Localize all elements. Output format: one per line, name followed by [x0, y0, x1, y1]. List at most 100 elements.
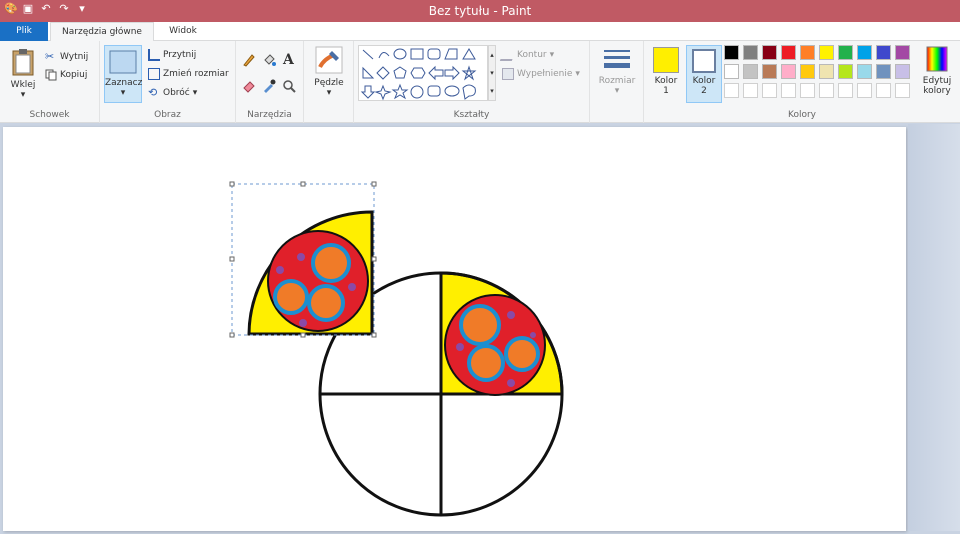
select-button[interactable]: Zaznacz ▾ — [104, 45, 142, 103]
palette-swatch[interactable] — [857, 64, 872, 79]
shapes-gallery-icons — [360, 48, 477, 101]
palette-swatch[interactable] — [762, 45, 777, 60]
palette-swatch[interactable] — [876, 45, 891, 60]
palette-swatch[interactable] — [781, 64, 796, 79]
palette-empty-swatch[interactable] — [838, 83, 853, 98]
group-image: Zaznacz ▾ Przytnij Zmień rozmiar ⟲ Obróć… — [100, 41, 236, 123]
palette-swatch[interactable] — [895, 64, 910, 79]
palette-swatch[interactable] — [819, 45, 834, 60]
edit-colors-line2: kolory — [923, 86, 951, 96]
fill-button[interactable]: Wypełnienie ▾ — [502, 66, 580, 82]
tab-home[interactable]: Narzędzia główne — [50, 22, 154, 42]
resize-button[interactable]: Zmień rozmiar — [148, 66, 229, 82]
chevron-down-icon: ▾ — [20, 90, 26, 100]
palette-swatch[interactable] — [724, 64, 739, 79]
palette-swatch[interactable] — [762, 64, 777, 79]
palette-swatch[interactable] — [876, 64, 891, 79]
palette-swatch[interactable] — [724, 45, 739, 60]
fill-icon — [502, 68, 514, 80]
drawing-artwork — [229, 181, 564, 517]
clipboard-icon — [12, 49, 34, 76]
color2-button[interactable]: Kolor 2 — [686, 45, 722, 103]
group-clipboard: Wklej ▾ ✂ Wytnij Kopiuj Schowek — [0, 41, 100, 123]
image-group-label: Obraz — [154, 110, 181, 120]
palette-empty-swatch[interactable] — [819, 83, 834, 98]
edit-colors-button[interactable]: Edytuj kolory — [918, 45, 956, 96]
chevron-down-icon: ▾ — [614, 86, 620, 96]
drawing-canvas[interactable] — [3, 127, 906, 531]
text-tool-icon[interactable]: A — [283, 52, 294, 68]
selected-quarter-copy — [247, 210, 374, 336]
shapes-gallery[interactable] — [358, 45, 488, 101]
ribbon: Wklej ▾ ✂ Wytnij Kopiuj Schowek Zaznacz … — [0, 41, 960, 123]
crop-button[interactable]: Przytnij — [148, 47, 196, 63]
crop-label: Przytnij — [163, 50, 197, 60]
paste-label: Wklej — [10, 80, 36, 90]
magnifier-icon[interactable] — [282, 79, 296, 93]
group-colors: Kolor 1 Kolor 2 Edytuj kolory Kolory — [644, 41, 960, 123]
color1-button[interactable]: Kolor 1 — [648, 45, 684, 103]
palette-swatch[interactable] — [819, 64, 834, 79]
palette-empty-swatch[interactable] — [876, 83, 891, 98]
title-bar: 🎨 ▣ ↶ ↷ ▾ Bez tytułu - Paint — [0, 0, 960, 22]
color2-swatch — [692, 49, 716, 73]
chevron-down-icon: ▾ — [575, 69, 580, 79]
canvas-gutter — [908, 124, 960, 531]
scissors-icon: ✂ — [45, 50, 55, 63]
tab-view[interactable]: Widok — [158, 22, 208, 41]
palette-swatch[interactable] — [838, 45, 853, 60]
palette-swatch[interactable] — [743, 45, 758, 60]
palette-empty-swatch[interactable] — [857, 83, 872, 98]
palette-empty-swatch[interactable] — [781, 83, 796, 98]
rotate-label: Obróć — [163, 88, 190, 98]
palette-swatch[interactable] — [800, 64, 815, 79]
color1-swatch — [653, 47, 679, 73]
palette-empty-swatch[interactable] — [895, 83, 910, 98]
copy-label: Kopiuj — [60, 70, 88, 80]
select-label: Zaznacz — [105, 78, 143, 88]
size-button[interactable]: Rozmiar ▾ — [596, 47, 638, 96]
group-shapes: ▴ ▾ ▾ Kontur ▾ Wypełnienie ▾ Kształty — [354, 41, 590, 123]
pencil-icon[interactable] — [242, 53, 256, 67]
size-label: Rozmiar — [598, 76, 636, 86]
shapes-scroll[interactable]: ▴ ▾ ▾ — [488, 45, 496, 101]
tab-file[interactable]: Plik — [0, 22, 48, 41]
canvas-area — [0, 124, 960, 531]
fill-bucket-icon[interactable] — [262, 53, 276, 67]
palette-empty-swatch[interactable] — [800, 83, 815, 98]
palette-swatch[interactable] — [781, 45, 796, 60]
outline-button[interactable]: Kontur ▾ — [499, 47, 554, 63]
color-palette — [724, 45, 920, 101]
color2-label-line2: 2 — [701, 86, 707, 96]
paste-button[interactable]: Wklej ▾ — [6, 47, 40, 100]
clipboard-group-label: Schowek — [29, 110, 70, 120]
color2-label-line1: Kolor — [692, 76, 716, 86]
fill-label: Wypełnienie — [517, 69, 573, 79]
eraser-icon[interactable] — [242, 79, 256, 93]
chevron-down-icon: ▾ — [326, 88, 332, 98]
palette-empty-swatch[interactable] — [743, 83, 758, 98]
palette-empty-swatch[interactable] — [724, 83, 739, 98]
group-brushes: Pędzle ▾ — [304, 41, 354, 123]
colors-group-label: Kolory — [788, 110, 816, 120]
copy-button[interactable]: Kopiuj — [45, 67, 87, 83]
color-picker-icon[interactable] — [262, 79, 276, 93]
brushes-label: Pędzle — [314, 78, 344, 88]
cut-button[interactable]: ✂ Wytnij — [45, 49, 88, 65]
palette-swatch[interactable] — [895, 45, 910, 60]
ribbon-tabs: Plik Narzędzia główne Widok — [0, 22, 960, 42]
palette-swatch[interactable] — [743, 64, 758, 79]
palette-swatch[interactable] — [857, 45, 872, 60]
rotate-button[interactable]: ⟲ Obróć ▾ — [148, 85, 197, 101]
outline-label: Kontur — [517, 50, 547, 60]
color1-label-line1: Kolor — [654, 76, 678, 86]
rainbow-palette-icon — [926, 46, 948, 72]
red-disc-decoration-right — [444, 294, 546, 396]
palette-swatch[interactable] — [800, 45, 815, 60]
palette-swatch[interactable] — [838, 64, 853, 79]
brushes-button[interactable]: Pędzle ▾ — [310, 45, 348, 98]
cut-label: Wytnij — [60, 52, 89, 62]
palette-empty-swatch[interactable] — [762, 83, 777, 98]
edit-colors-line1: Edytuj — [922, 76, 952, 86]
group-size: Rozmiar ▾ — [590, 41, 644, 123]
